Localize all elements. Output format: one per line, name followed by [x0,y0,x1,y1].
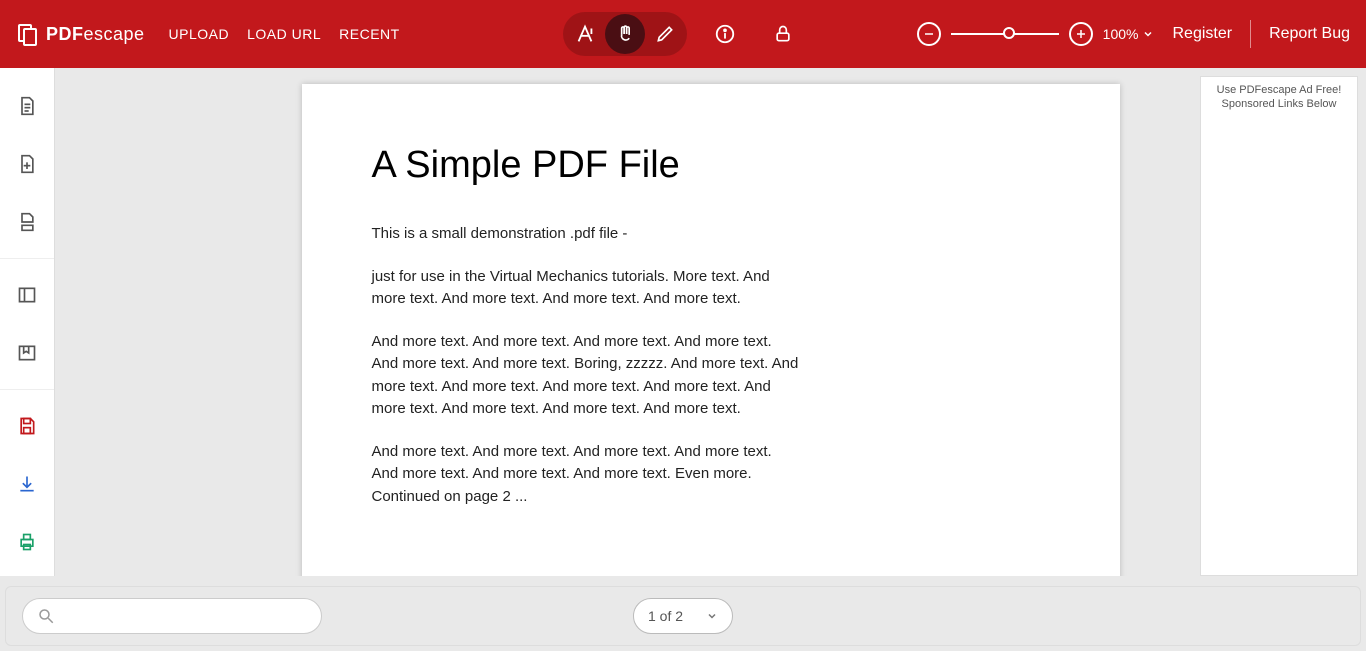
text-cursor-icon [574,23,596,45]
chevron-down-icon [1142,28,1154,40]
split-document-button[interactable] [3,200,51,244]
header-divider [1250,20,1251,48]
main-header: PDFescape UPLOAD LOAD URL RECENT [0,0,1366,68]
ad-line1: Use PDFescape Ad Free! [1201,83,1357,97]
page-selector[interactable]: 1 of 2 [633,598,733,634]
pdf-page: A Simple PDF File This is a small demons… [302,84,1120,576]
hand-icon [615,24,635,44]
pdfescape-logo-icon [16,22,40,46]
bookmark-panel-icon [17,343,37,363]
search-icon [37,607,55,625]
pdf-paragraph: And more text. And more text. And more t… [372,331,802,421]
thumbnails-button[interactable] [3,273,51,317]
document-viewport[interactable]: A Simple PDF File This is a small demons… [55,68,1366,576]
upload-link[interactable]: UPLOAD [169,26,230,42]
logo[interactable]: PDFescape [16,22,145,46]
edit-tool[interactable] [645,14,685,54]
zoom-in-button[interactable] [1069,22,1093,46]
info-button[interactable] [705,14,745,54]
add-page-button[interactable] [3,142,51,186]
minus-icon [923,28,935,40]
bottom-bar: 1 of 2 [5,586,1361,646]
hand-tool[interactable] [605,14,645,54]
recent-link[interactable]: RECENT [339,26,400,42]
document-icon [17,95,37,117]
register-link[interactable]: Register [1172,25,1232,43]
document-pages-button[interactable] [3,84,51,128]
lock-button[interactable] [763,14,803,54]
info-icon [714,23,736,45]
left-toolbar [0,68,55,576]
page-indicator-label: 1 of 2 [648,608,683,624]
print-button[interactable] [3,520,51,564]
zoom-out-button[interactable] [917,22,941,46]
text-select-tool[interactable] [565,14,605,54]
zoom-control: 100% [917,22,1155,46]
printer-icon [17,532,37,552]
save-icon [17,416,37,436]
pencil-icon [655,24,675,44]
chevron-down-icon [706,610,718,622]
pdf-title: A Simple PDF File [372,144,1050,187]
document-split-icon [17,211,37,233]
ad-line2: Sponsored Links Below [1201,97,1357,111]
zoom-level-dropdown[interactable]: 100% [1103,26,1155,42]
load-url-link[interactable]: LOAD URL [247,26,321,42]
plus-icon [1075,28,1087,40]
tool-mode-group [563,12,803,56]
zoom-level-label: 100% [1103,26,1139,42]
pdf-paragraph: And more text. And more text. And more t… [372,441,802,509]
header-nav: UPLOAD LOAD URL RECENT [169,26,400,42]
search-input[interactable] [22,598,322,634]
pdf-paragraph: This is a small demonstration .pdf file … [372,223,802,246]
report-bug-link[interactable]: Report Bug [1269,25,1350,43]
ad-box: Use PDFescape Ad Free! Sponsored Links B… [1200,76,1358,576]
header-right: 100% Register Report Bug [917,20,1350,48]
save-button[interactable] [3,404,51,448]
pdf-paragraph: just for use in the Virtual Mechanics tu… [372,266,802,311]
bookmarks-button[interactable] [3,331,51,375]
zoom-slider[interactable] [951,33,1059,35]
download-button[interactable] [3,462,51,506]
document-plus-icon [17,153,37,175]
lock-icon [773,24,793,44]
logo-text: PDFescape [46,24,145,45]
sidebar-icon [17,285,37,305]
zoom-slider-thumb[interactable] [1003,27,1015,39]
download-icon [17,474,37,494]
